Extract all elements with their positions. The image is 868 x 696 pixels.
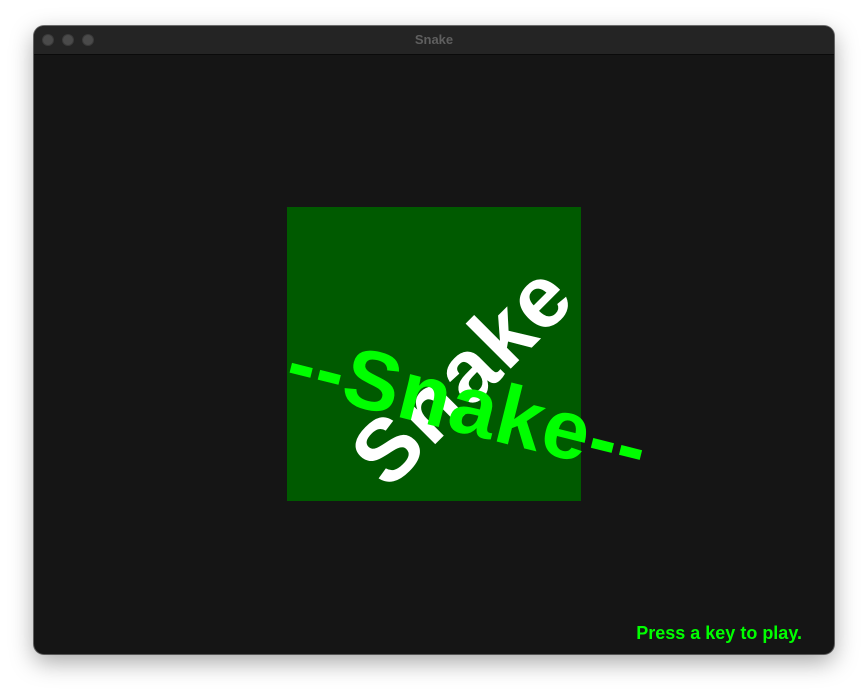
title-bar[interactable]: Snake xyxy=(34,26,834,55)
start-prompt: Press a key to play. xyxy=(636,623,802,643)
game-canvas[interactable]: Snake --Snake-- Press a key to play. xyxy=(34,55,834,654)
app-window: Snake Snake --Snake-- Press a key to pla… xyxy=(34,26,834,654)
window-title: Snake xyxy=(414,32,454,47)
